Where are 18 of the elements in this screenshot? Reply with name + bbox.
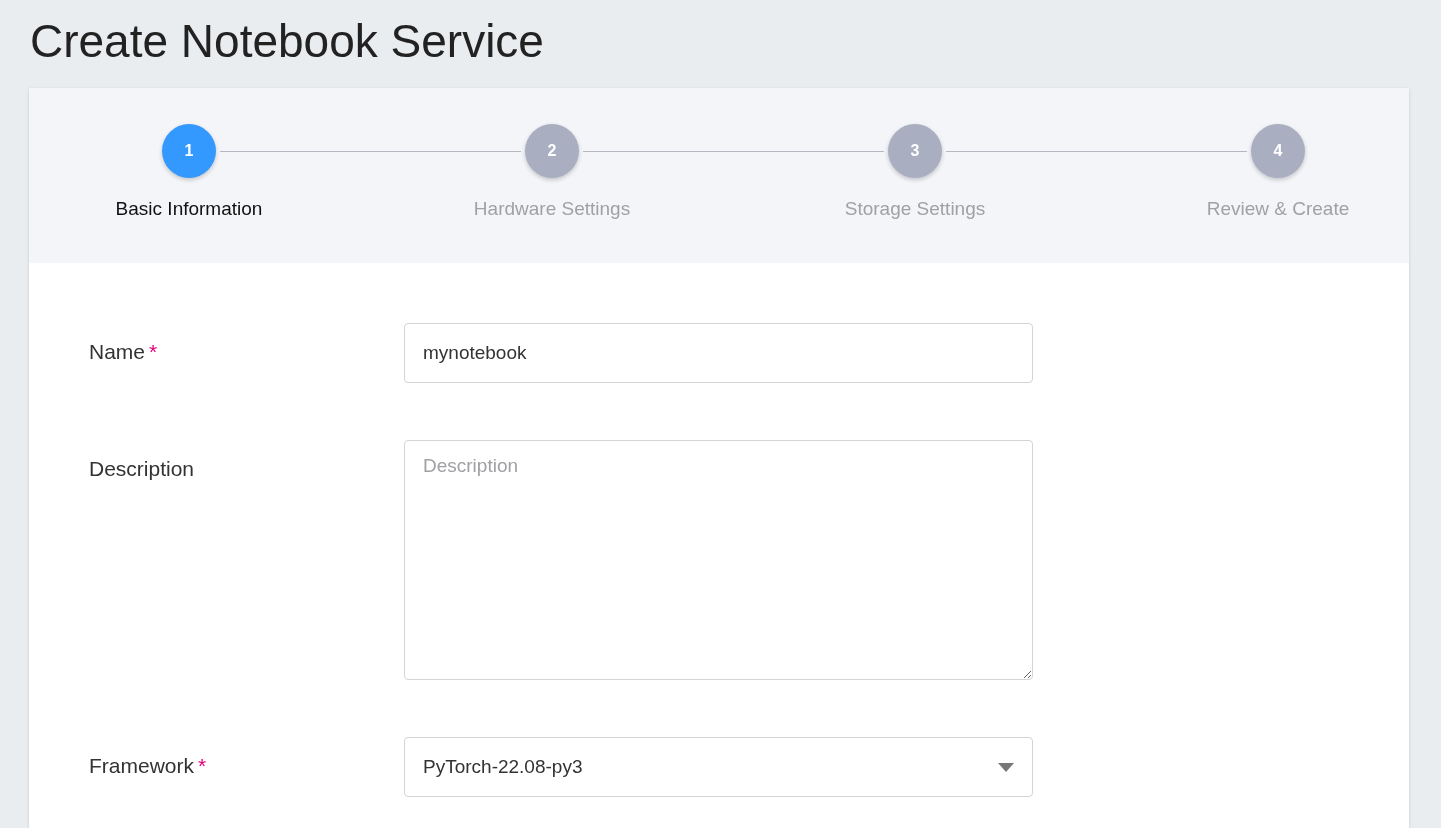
step-label[interactable]: Review & Create	[1206, 198, 1350, 220]
step-number[interactable]: 4	[1251, 124, 1305, 178]
required-mark: *	[149, 340, 158, 363]
description-input-field[interactable]: Description	[404, 440, 1033, 680]
step-label[interactable]: Basic Information	[115, 198, 263, 220]
field-label: Name	[89, 340, 146, 363]
step-label[interactable]: Storage Settings	[844, 198, 986, 220]
step-label[interactable]: Hardware Settings	[473, 198, 631, 220]
name-input-field[interactable]: mynotebook	[404, 323, 1033, 383]
step-number[interactable]: 2	[525, 124, 579, 178]
caret-icon	[998, 762, 1014, 772]
field-label: Framework	[89, 754, 194, 777]
page-title: Create Notebook Service	[29, 14, 545, 69]
field-label: Description	[89, 457, 195, 480]
step-number[interactable]: 3	[888, 124, 942, 178]
step-number[interactable]: 1	[162, 124, 216, 178]
framework-dropdown[interactable]: PyTorch-22.08-py3	[404, 737, 1033, 797]
required-mark: *	[198, 754, 207, 777]
